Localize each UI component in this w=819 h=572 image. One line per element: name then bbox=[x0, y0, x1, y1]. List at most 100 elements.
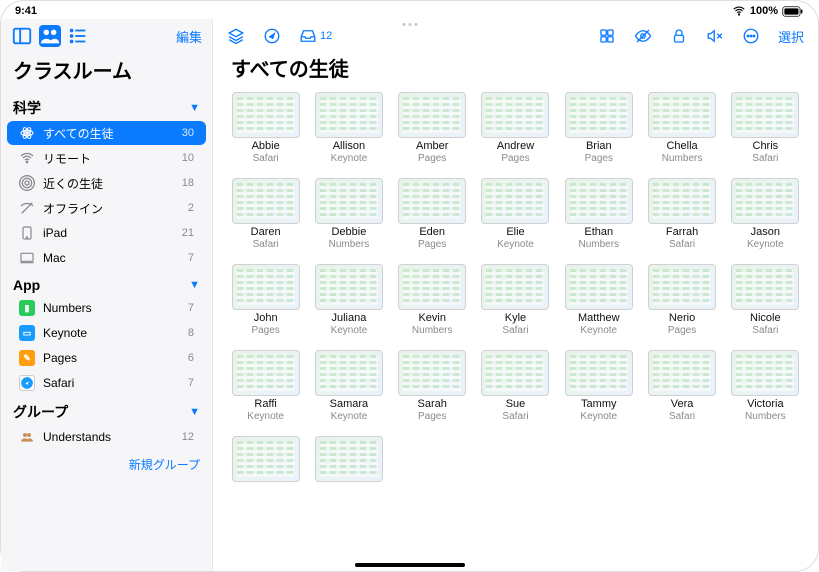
sidebar-item[interactable]: ✎Pages6 bbox=[7, 346, 206, 370]
student-card[interactable]: AllisonKeynote bbox=[314, 92, 383, 164]
student-app: Pages bbox=[501, 153, 529, 164]
student-app: Safari bbox=[253, 153, 279, 164]
sidebar-item[interactable]: すべての生徒30 bbox=[7, 121, 206, 145]
student-card[interactable]: RaffiKeynote bbox=[231, 350, 300, 422]
sidebar-item-label: リモート bbox=[43, 150, 174, 167]
people-view-icon[interactable] bbox=[39, 25, 61, 47]
sidebar-item[interactable]: リモート10 bbox=[7, 146, 206, 170]
student-name: Abbie bbox=[252, 140, 280, 152]
sidebar-item[interactable]: Mac7 bbox=[7, 246, 206, 270]
student-card[interactable]: SamaraKeynote bbox=[314, 350, 383, 422]
student-app: Numbers bbox=[662, 153, 703, 164]
section-header[interactable]: グループ▼ bbox=[1, 396, 212, 424]
student-card[interactable]: BrianPages bbox=[564, 92, 633, 164]
student-card[interactable]: ElieKeynote bbox=[481, 178, 550, 250]
student-grid: AbbieSafariAllisonKeynoteAmberPagesAndre… bbox=[213, 92, 818, 571]
student-app: Safari bbox=[752, 153, 778, 164]
student-card[interactable]: AmberPages bbox=[398, 92, 467, 164]
new-group-button[interactable]: 新規グループ bbox=[1, 450, 212, 479]
student-card[interactable]: EdenPages bbox=[398, 178, 467, 250]
student-card[interactable]: NerioPages bbox=[647, 264, 716, 336]
status-right: 100% bbox=[732, 4, 804, 18]
student-card[interactable]: AbbieSafari bbox=[231, 92, 300, 164]
sidebar-item[interactable]: ▮Numbers7 bbox=[7, 296, 206, 320]
student-card[interactable]: KevinNumbers bbox=[398, 264, 467, 336]
grid-view-button[interactable] bbox=[598, 27, 616, 45]
student-app: Keynote bbox=[747, 239, 784, 250]
student-card[interactable] bbox=[231, 436, 300, 485]
student-app: Numbers bbox=[412, 325, 453, 336]
student-card[interactable]: JohnPages bbox=[231, 264, 300, 336]
content-title: すべての生徒 bbox=[213, 53, 818, 92]
student-card[interactable]: NicoleSafari bbox=[731, 264, 800, 336]
sidebar-item-count: 7 bbox=[188, 377, 194, 389]
student-thumbnail bbox=[315, 436, 383, 482]
lock-button[interactable] bbox=[670, 27, 688, 45]
student-app: Keynote bbox=[580, 411, 617, 422]
student-thumbnail bbox=[565, 264, 633, 310]
sidebar-item-label: オフライン bbox=[43, 200, 180, 217]
student-name: Chella bbox=[666, 140, 697, 152]
sidebar-item[interactable]: 近くの生徒18 bbox=[7, 171, 206, 195]
visibility-button[interactable] bbox=[634, 27, 652, 45]
student-app: Keynote bbox=[247, 411, 284, 422]
student-thumbnail bbox=[232, 436, 300, 482]
student-thumbnail bbox=[481, 178, 549, 224]
sidebar-item-label: Pages bbox=[43, 351, 180, 365]
multitask-handle[interactable] bbox=[402, 23, 417, 26]
student-card[interactable]: VeraSafari bbox=[647, 350, 716, 422]
home-indicator[interactable] bbox=[355, 563, 465, 567]
student-card[interactable]: SarahPages bbox=[398, 350, 467, 422]
student-thumbnail bbox=[315, 92, 383, 138]
student-card[interactable]: AndrewPages bbox=[481, 92, 550, 164]
student-card[interactable] bbox=[314, 436, 383, 485]
student-thumbnail bbox=[648, 178, 716, 224]
edit-button[interactable]: 編集 bbox=[176, 27, 202, 46]
mac-icon bbox=[19, 250, 35, 266]
compass-button[interactable] bbox=[263, 27, 281, 45]
chevron-down-icon: ▼ bbox=[189, 406, 200, 418]
inbox-button[interactable]: 12 bbox=[299, 27, 332, 45]
student-name: Juliana bbox=[331, 312, 366, 324]
student-card[interactable]: KyleSafari bbox=[481, 264, 550, 336]
student-card[interactable]: VictoriaNumbers bbox=[731, 350, 800, 422]
section-header[interactable]: 科学▼ bbox=[1, 92, 212, 120]
sidebar-item[interactable]: ▭Keynote8 bbox=[7, 321, 206, 345]
student-card[interactable]: JasonKeynote bbox=[731, 178, 800, 250]
student-thumbnail bbox=[565, 92, 633, 138]
student-card[interactable]: FarrahSafari bbox=[647, 178, 716, 250]
sidebar-item[interactable]: オフライン2 bbox=[7, 196, 206, 220]
student-card[interactable]: SueSafari bbox=[481, 350, 550, 422]
student-card[interactable]: MatthewKeynote bbox=[564, 264, 633, 336]
student-app: Pages bbox=[668, 325, 696, 336]
select-button[interactable]: 選択 bbox=[778, 27, 804, 46]
sidebar-item[interactable]: iPad21 bbox=[7, 221, 206, 245]
mute-button[interactable] bbox=[706, 27, 724, 45]
list-view-icon[interactable] bbox=[67, 25, 89, 47]
layers-button[interactable] bbox=[227, 27, 245, 45]
section-header[interactable]: App▼ bbox=[1, 271, 212, 295]
atom-icon bbox=[19, 125, 35, 141]
more-button[interactable] bbox=[742, 27, 760, 45]
battery-pct: 100% bbox=[750, 5, 778, 17]
student-card[interactable]: ChellaNumbers bbox=[647, 92, 716, 164]
sidebar-item[interactable]: Understands12 bbox=[7, 425, 206, 449]
student-name: Eden bbox=[419, 226, 445, 238]
student-card[interactable]: EthanNumbers bbox=[564, 178, 633, 250]
student-thumbnail bbox=[398, 350, 466, 396]
student-name: Victoria bbox=[747, 398, 783, 410]
status-bar: 9:41 100% bbox=[1, 1, 818, 19]
sidebar-toggle-icon[interactable] bbox=[11, 25, 33, 47]
sidebar-item[interactable]: Safari7 bbox=[7, 371, 206, 395]
student-card[interactable]: ChrisSafari bbox=[731, 92, 800, 164]
chevron-down-icon: ▼ bbox=[189, 279, 200, 291]
student-name: Vera bbox=[671, 398, 694, 410]
student-card[interactable]: DarenSafari bbox=[231, 178, 300, 250]
student-card[interactable]: TammyKeynote bbox=[564, 350, 633, 422]
student-thumbnail bbox=[731, 178, 799, 224]
sidebar-item-label: Keynote bbox=[43, 326, 180, 340]
student-app: Numbers bbox=[329, 239, 370, 250]
student-card[interactable]: JulianaKeynote bbox=[314, 264, 383, 336]
student-thumbnail bbox=[232, 92, 300, 138]
student-card[interactable]: DebbieNumbers bbox=[314, 178, 383, 250]
